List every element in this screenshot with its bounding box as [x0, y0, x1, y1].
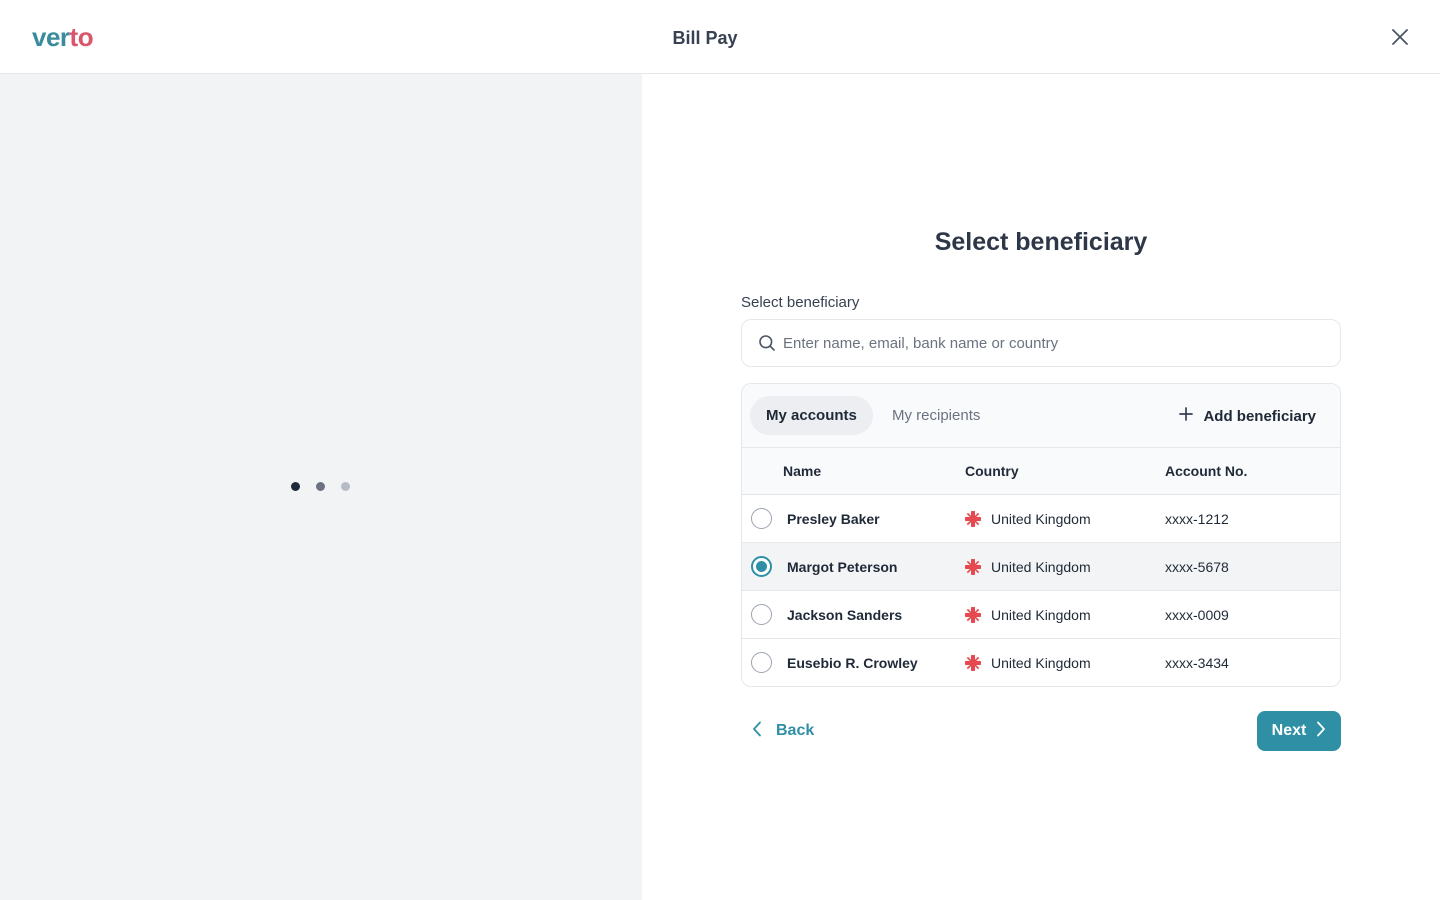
loading-dot: [291, 482, 300, 491]
table-row[interactable]: Eusebio R. Crowley United Kingdom xxxx-343…: [742, 639, 1340, 686]
plus-icon: [1178, 406, 1194, 426]
search-icon: [758, 334, 776, 352]
column-header-account: Account No.: [1165, 463, 1248, 479]
table-header: Name Country Account No.: [742, 448, 1340, 495]
search-label: Select beneficiary: [741, 294, 860, 311]
beneficiary-account-number: xxxx-1212: [1165, 511, 1229, 527]
beneficiary-name: Margot Peterson: [787, 559, 898, 575]
search-field[interactable]: [741, 319, 1341, 367]
beneficiary-radio[interactable]: [751, 508, 772, 529]
uk-flag-icon: [965, 559, 981, 575]
uk-flag-icon: [965, 511, 981, 527]
beneficiary-radio[interactable]: [751, 604, 772, 625]
beneficiary-radio[interactable]: [751, 556, 772, 577]
window-title: Bill Pay: [672, 28, 738, 48]
chevron-right-icon: [1316, 721, 1326, 742]
table-row[interactable]: Jackson Sanders United Kingdom xxxx-0009: [742, 591, 1340, 639]
beneficiary-country: United Kingdom: [991, 655, 1091, 671]
search-input[interactable]: [783, 320, 1323, 366]
table-row[interactable]: Presley Baker United Kingdom xxxx-1212: [742, 495, 1340, 543]
tab-my-accounts[interactable]: My accounts: [750, 396, 873, 435]
column-header-country: Country: [965, 463, 1019, 479]
top-bar: verto Bill Pay: [0, 0, 1440, 74]
table-row[interactable]: Margot Peterson United Kingdom xxxx-5678: [742, 543, 1340, 591]
next-button[interactable]: Next: [1257, 711, 1341, 751]
add-beneficiary-label: Add beneficiary: [1203, 407, 1316, 425]
beneficiary-country: United Kingdom: [991, 559, 1091, 575]
beneficiary-radio[interactable]: [751, 652, 772, 673]
beneficiary-account-number: xxxx-0009: [1165, 607, 1229, 623]
tab-my-recipients[interactable]: My recipients: [876, 396, 996, 435]
add-beneficiary-button[interactable]: Add beneficiary: [1178, 404, 1316, 428]
beneficiary-country: United Kingdom: [991, 511, 1091, 527]
preview-panel: [0, 74, 642, 900]
beneficiary-name: Eusebio R. Crowley: [787, 655, 918, 671]
beneficiary-account-number: xxxx-5678: [1165, 559, 1229, 575]
loading-dot: [341, 482, 350, 491]
page-title: Select beneficiary: [934, 228, 1148, 256]
beneficiary-account-number: xxxx-3434: [1165, 655, 1229, 671]
back-label: Back: [776, 722, 815, 739]
tab-bar: My accounts My recipients Add beneficiar…: [742, 384, 1340, 448]
loading-dot: [316, 482, 325, 491]
beneficiary-name: Presley Baker: [787, 511, 880, 527]
next-label: Next: [1271, 722, 1307, 739]
close-icon[interactable]: [1388, 25, 1412, 49]
uk-flag-icon: [965, 655, 981, 671]
uk-flag-icon: [965, 607, 981, 623]
loading-indicator: [291, 482, 350, 491]
column-header-name: Name: [783, 463, 822, 479]
beneficiary-card: My accounts My recipients Add beneficiar…: [741, 383, 1341, 687]
beneficiary-country: United Kingdom: [991, 607, 1091, 623]
beneficiary-name: Jackson Sanders: [787, 607, 903, 623]
back-button[interactable]: Back: [752, 718, 814, 744]
chevron-left-icon: [752, 721, 762, 742]
